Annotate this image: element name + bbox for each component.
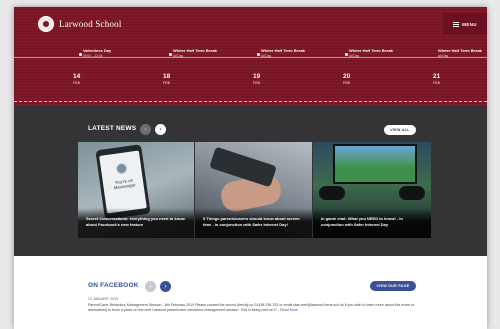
date-day: 18	[163, 73, 171, 80]
timeline-dot-icon	[345, 53, 348, 56]
news-card-caption: In game chat: What you NEED to know! - I…	[313, 208, 431, 238]
timeline-dot-icon	[79, 53, 82, 56]
browser-page: Larwood School MENU Valentines Day 09:00…	[14, 7, 487, 329]
school-crest-icon	[38, 16, 54, 32]
gamepad-icon	[399, 186, 425, 200]
menu-label: MENU	[462, 21, 477, 27]
event-item[interactable]: Winter Half Term Break All Day	[438, 48, 486, 58]
news-card-title[interactable]: Secret Conversations: everything you nee…	[86, 216, 186, 228]
date-month: FEB	[343, 81, 351, 85]
gamepad-icon	[319, 186, 345, 200]
event-title: Winter Half Term Break	[349, 48, 393, 53]
facebook-post: Parent/Carer Behaviour Management Sessio…	[88, 303, 428, 313]
post-date: 13 JANUARY 2019	[88, 297, 119, 301]
news-card-title[interactable]: 5 Things parents/carers should know abou…	[203, 216, 304, 228]
news-card[interactable]: You’re on Messenger Secret Conversations…	[78, 142, 194, 238]
event-time: All Day	[438, 54, 449, 58]
hamburger-icon	[453, 21, 460, 27]
section-title: LATEST NEWS	[88, 125, 137, 132]
date-month: FEB	[433, 81, 441, 85]
stitch-divider	[14, 101, 487, 102]
news-next-button[interactable]: ›	[155, 124, 166, 135]
view-all-button[interactable]: VIEW ALL	[384, 125, 416, 135]
phone-screen-text: You’re on Messenger	[113, 177, 136, 191]
date-day: 19	[253, 73, 261, 80]
event-title: Winter Half Term Break	[438, 48, 482, 53]
event-time: All Day	[173, 54, 184, 58]
news-card-title[interactable]: In game chat: What you NEED to know! - I…	[321, 216, 423, 228]
news-prev-button[interactable]: ‹	[140, 124, 151, 135]
facebook-section: ON FACEBOOK ‹ › VIEW OUR PAGE 13 JANUARY…	[14, 256, 487, 329]
news-card[interactable]: 5 Things parents/carers should know abou…	[195, 142, 312, 238]
date-day: 14	[73, 73, 81, 80]
event-item[interactable]: Valentines Day 09:00 – 12:00	[79, 48, 163, 58]
messenger-avatar-icon	[115, 162, 128, 175]
read-more-link[interactable]: Read More	[280, 308, 298, 312]
date-day: 20	[343, 73, 351, 80]
event-date: 21 FEB	[433, 73, 440, 85]
section-title: ON FACEBOOK	[88, 282, 139, 289]
timeline-dot-icon	[169, 53, 172, 56]
tv-screen-image	[333, 144, 417, 184]
event-time: All Day	[349, 54, 360, 58]
date-day: 21	[433, 73, 441, 80]
news-card-caption: Secret Conversations: everything you nee…	[78, 208, 194, 238]
event-title: Winter Half Term Break	[173, 48, 217, 53]
facebook-prev-button[interactable]: ‹	[145, 281, 156, 292]
event-date: 20 FEB	[343, 73, 350, 85]
event-title: Valentines Day	[83, 48, 112, 53]
event-item[interactable]: Winter Half Term Break All Day	[345, 48, 429, 58]
date-month: FEB	[163, 81, 171, 85]
events-header: Larwood School MENU Valentines Day 09:00…	[14, 7, 487, 105]
timeline-dot-icon	[257, 53, 260, 56]
school-logo[interactable]: Larwood School	[38, 16, 122, 32]
menu-button[interactable]: MENU	[443, 13, 487, 35]
event-title: Winter Half Term Break	[261, 48, 305, 53]
latest-news-section: LATEST NEWS ‹ › VIEW ALL You’re on Messe…	[14, 105, 487, 256]
event-date: 18 FEB	[163, 73, 170, 85]
school-name: Larwood School	[59, 19, 122, 29]
event-time: 09:00 – 12:00	[83, 54, 103, 58]
event-date: 19 FEB	[253, 73, 260, 85]
event-date: 14 FEB	[73, 73, 80, 85]
date-month: FEB	[253, 81, 261, 85]
event-item[interactable]: Winter Half Term Break All Day	[169, 48, 253, 58]
event-item[interactable]: Winter Half Term Break All Day	[257, 48, 341, 58]
post-text: Parent/Carer Behaviour Management Sessio…	[88, 303, 415, 313]
date-month: FEB	[73, 81, 81, 85]
news-card[interactable]: In game chat: What you NEED to know! - I…	[313, 142, 431, 238]
view-our-page-button[interactable]: VIEW OUR PAGE	[370, 281, 416, 291]
facebook-next-button[interactable]: ›	[160, 281, 171, 292]
event-time: All Day	[261, 54, 272, 58]
news-card-caption: 5 Things parents/carers should know abou…	[195, 208, 312, 238]
